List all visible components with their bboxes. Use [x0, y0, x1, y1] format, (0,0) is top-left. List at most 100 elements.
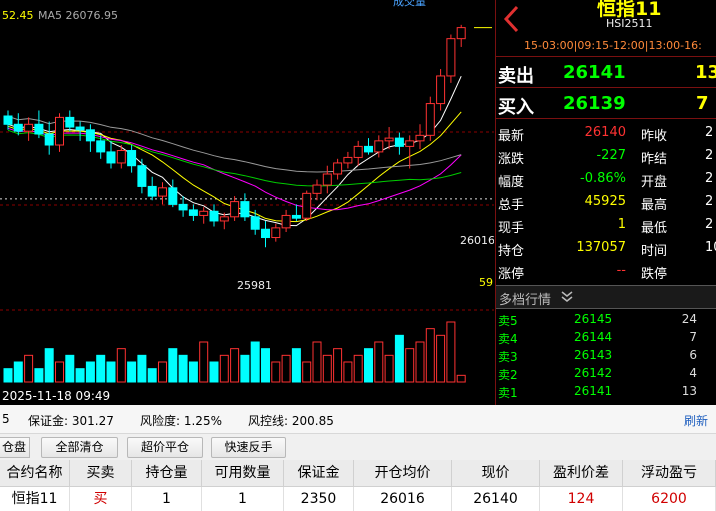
depth-row[interactable]: 卖4 26144 7 [496, 329, 716, 347]
volume-bar [384, 354, 394, 383]
volume-bar [333, 348, 343, 383]
depth-qty: 4 [689, 366, 697, 380]
volume-bar [394, 334, 404, 383]
volume-bar [250, 341, 260, 383]
depth-row[interactable]: 卖1 26141 13 [496, 383, 716, 401]
quote-value: 26140 [584, 125, 626, 140]
bid-row[interactable]: 买入 26139 7 [496, 88, 716, 119]
quote-row: 现手 1 最低 2 [496, 214, 716, 236]
quote-value: 2 [705, 194, 714, 209]
column-header[interactable]: 合约名称 [0, 460, 70, 487]
depth-row[interactable]: 卖3 26143 6 [496, 347, 716, 365]
candle-up [302, 192, 312, 219]
candle-up [199, 210, 209, 216]
chevron-left-icon[interactable] [502, 4, 520, 34]
candle-down [178, 203, 188, 211]
ask-row[interactable]: 卖出 26141 13 [496, 57, 716, 88]
small-value-label: 59 [479, 276, 493, 289]
quote-label: 跌停 [641, 267, 668, 282]
depth-qty: 24 [681, 312, 697, 326]
risk-control-label: 风控线: 200.85 [248, 414, 334, 428]
risk-label: 风险度: 1.25% [140, 414, 222, 428]
quote-label: 昨收 [641, 129, 668, 144]
quote-label: 涨停 [498, 267, 525, 282]
quote-label: 时间 [641, 244, 668, 259]
candle-down [85, 129, 95, 142]
column-header[interactable]: 现价 [452, 460, 540, 487]
depth-label: 卖5 [498, 314, 518, 328]
candle-up [271, 227, 281, 239]
volume-bar [158, 361, 167, 383]
volume-bar [261, 348, 270, 383]
quote-row: 最新 26140 昨收 2 [496, 122, 716, 144]
buy-price: 26139 [563, 93, 626, 114]
quote-row: 持仓 137057 时间 10: [496, 237, 716, 259]
quote-label: 幅度 [498, 175, 525, 190]
action-bar: 仓盘 全部清仓 超价平仓 快速反手 [0, 434, 716, 460]
column-header[interactable]: 开仓均价 [354, 460, 452, 487]
depth-label: 卖2 [498, 368, 518, 382]
quick-reverse-button[interactable]: 快速反手 [211, 437, 286, 458]
quote-label: 总手 [498, 198, 525, 213]
column-header[interactable]: 保证金 [284, 460, 354, 487]
quote-label: 持仓 [498, 244, 525, 259]
candle-up [219, 216, 229, 222]
volume-bar [219, 354, 229, 383]
column-header[interactable]: 买卖 [70, 460, 132, 487]
depth-label: 卖3 [498, 350, 518, 364]
depth-label: 卖4 [498, 332, 518, 346]
depth-row[interactable]: 卖5 26145 24 [496, 311, 716, 329]
trade-panel: 5 保证金: 301.27 风险度: 1.25% 风控线: 200.85 刷新 … [0, 405, 716, 511]
candle-down [127, 150, 137, 167]
quote-panel: 恒指11 HSI2511 15-03:00|09:15-12:00|13:00-… [495, 0, 716, 405]
column-header[interactable]: 持仓量 [132, 460, 202, 487]
position-tab[interactable]: 仓盘 [0, 437, 30, 458]
table-cell: 26140 [452, 487, 540, 511]
candle-up [384, 137, 394, 142]
volume-bar [13, 361, 23, 383]
depth-qty: 7 [689, 330, 697, 344]
table-cell: 6200 [623, 487, 716, 511]
depth-title: 多档行情 [499, 293, 552, 308]
candle-down [75, 126, 85, 131]
quote-details: 最新 26140 昨收 2 涨跌 -227 昨结 2 幅度 -0.86% 开盘 2 总手 45925 最高 2… [496, 122, 716, 284]
column-header[interactable]: 浮动盈亏 [623, 460, 716, 487]
candle-up [343, 156, 353, 164]
candle-down [291, 214, 301, 219]
volume-bar [3, 368, 13, 383]
table-cell: 1 [132, 487, 202, 511]
volume-bar [34, 368, 44, 383]
ma-value-label: 52.45 [2, 9, 34, 22]
quote-value: -227 [596, 148, 626, 163]
candle-down [137, 165, 147, 187]
volume-bar [85, 361, 95, 383]
super-close-button[interactable]: 超价平仓 [127, 437, 203, 458]
depth-header[interactable]: 多档行情 [496, 285, 716, 309]
volume-bar [168, 348, 178, 383]
sell-label: 卖出 [498, 66, 534, 87]
volume-bar [24, 354, 34, 383]
quote-row: 幅度 -0.86% 开盘 2 [496, 168, 716, 190]
table-cell: 2350 [284, 487, 354, 511]
depth-price: 26142 [574, 366, 613, 380]
volume-bar [425, 328, 435, 383]
symbol-code: HSI2511 [606, 17, 653, 30]
candle-down [188, 209, 198, 216]
volume-bar [230, 348, 240, 383]
column-header[interactable]: 盈利价差 [540, 460, 623, 487]
account-partial-value: 5 [2, 412, 10, 426]
volume-bar [281, 354, 291, 383]
depth-row[interactable]: 卖2 26142 4 [496, 365, 716, 383]
table-cell: 1 [202, 487, 284, 511]
candle-up [116, 150, 126, 164]
kline-chart[interactable]: 52.45 MA5 26076.95 成交量 26016 25981 59 20… [0, 0, 494, 405]
crosshair-time-label: 2025-11-18 09:49 [2, 389, 111, 403]
volume-tab-label[interactable]: 成交量 [393, 0, 426, 9]
candle-down [44, 133, 54, 146]
refresh-link[interactable]: 刷新 [684, 412, 708, 429]
close-all-button[interactable]: 全部清仓 [41, 437, 118, 458]
volume-bar [188, 361, 198, 383]
candle-down [65, 116, 75, 128]
candle-up [322, 173, 332, 186]
column-header[interactable]: 可用数量 [202, 460, 284, 487]
